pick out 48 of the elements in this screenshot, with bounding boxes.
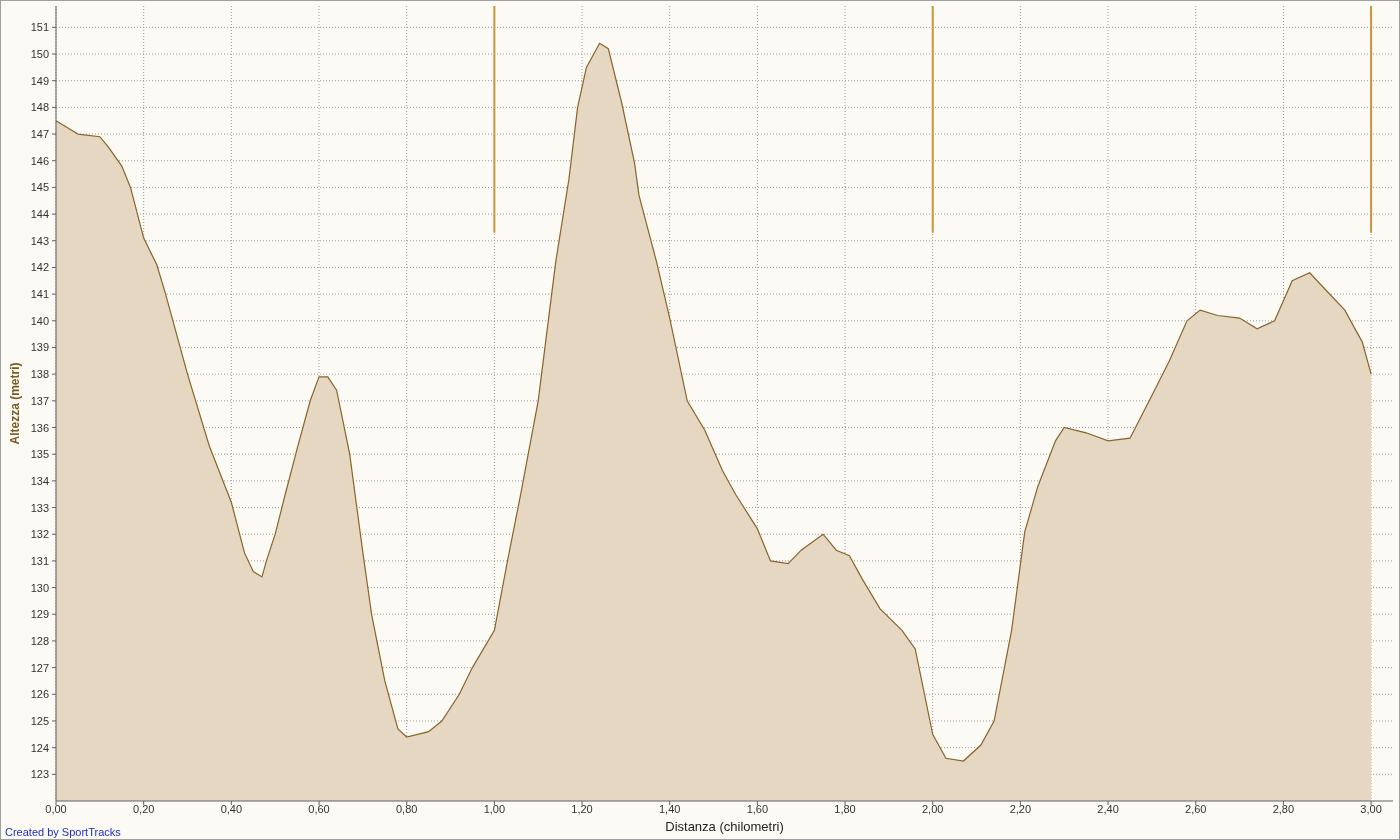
- axis-tick-label: 135: [30, 448, 49, 461]
- axis-tick-label: 136: [30, 421, 49, 434]
- axis-tick-label: 1,00: [483, 803, 506, 815]
- axis-tick-label: 145: [30, 181, 49, 194]
- axis-tick-label: 142: [30, 261, 49, 274]
- axis-tick-label: 2,00: [922, 803, 944, 815]
- axis-tick-label: 1,80: [834, 803, 856, 815]
- axis-title: Altezza (metri): [8, 362, 22, 445]
- axis-tick-label: 127: [30, 661, 49, 674]
- axis-tick-label: 149: [30, 74, 49, 87]
- axis-tick-label: 147: [30, 128, 49, 141]
- axis-tick-label: 0,80: [396, 803, 418, 815]
- axis-tick-label: 0,40: [220, 803, 243, 815]
- axis-tick-label: 134: [30, 474, 49, 487]
- axis-tick-label: 124: [30, 741, 49, 754]
- axis-tick-label: 143: [30, 234, 49, 247]
- axis-tick-label: 0,60: [308, 803, 330, 815]
- axis-tick-label: 0,20: [132, 803, 155, 815]
- axis-tick-label: 1,60: [746, 803, 769, 815]
- axis-tick-label: 140: [30, 314, 49, 327]
- axis-tick-label: 148: [30, 101, 49, 114]
- axis-tick-label: 128: [30, 634, 49, 647]
- axis-tick-label: 129: [30, 608, 49, 621]
- axis-tick-label: 2,80: [1272, 803, 1295, 815]
- axis-tick-label: 144: [30, 208, 49, 221]
- credit-link[interactable]: Created by SportTracks: [5, 826, 121, 838]
- axis-tick-label: 2,20: [1009, 803, 1032, 815]
- axis-tick-label: 151: [30, 21, 49, 34]
- axis-tick-label: 130: [30, 581, 49, 594]
- axis-tick-label: 1,20: [571, 803, 593, 815]
- axis-tick-label: 2,60: [1185, 803, 1207, 815]
- axis-tick-label: 2,40: [1097, 803, 1119, 815]
- axis-tick-label: 123: [30, 768, 49, 781]
- axis-tick-label: 150: [30, 48, 49, 60]
- axis-tick-label: 131: [30, 554, 49, 567]
- axis-tick-label: 139: [30, 341, 49, 354]
- axis-tick-label: 132: [30, 528, 49, 541]
- axis-tick-label: 3,00: [1360, 803, 1382, 815]
- axis-tick-label: 126: [30, 688, 49, 701]
- axis-tick-label: 125: [30, 714, 49, 727]
- axis-tick-label: 138: [30, 368, 49, 381]
- axis-tick-label: 146: [30, 154, 49, 167]
- axis-tick-label: 0,00: [45, 803, 67, 815]
- axis-tick-label: 141: [30, 288, 49, 301]
- axis-tick-label: 137: [30, 394, 49, 407]
- axis-tick-label: 133: [30, 501, 49, 514]
- axis-title: Distanza (chilometri): [665, 819, 784, 834]
- axis-tick-label: 1,40: [659, 803, 681, 815]
